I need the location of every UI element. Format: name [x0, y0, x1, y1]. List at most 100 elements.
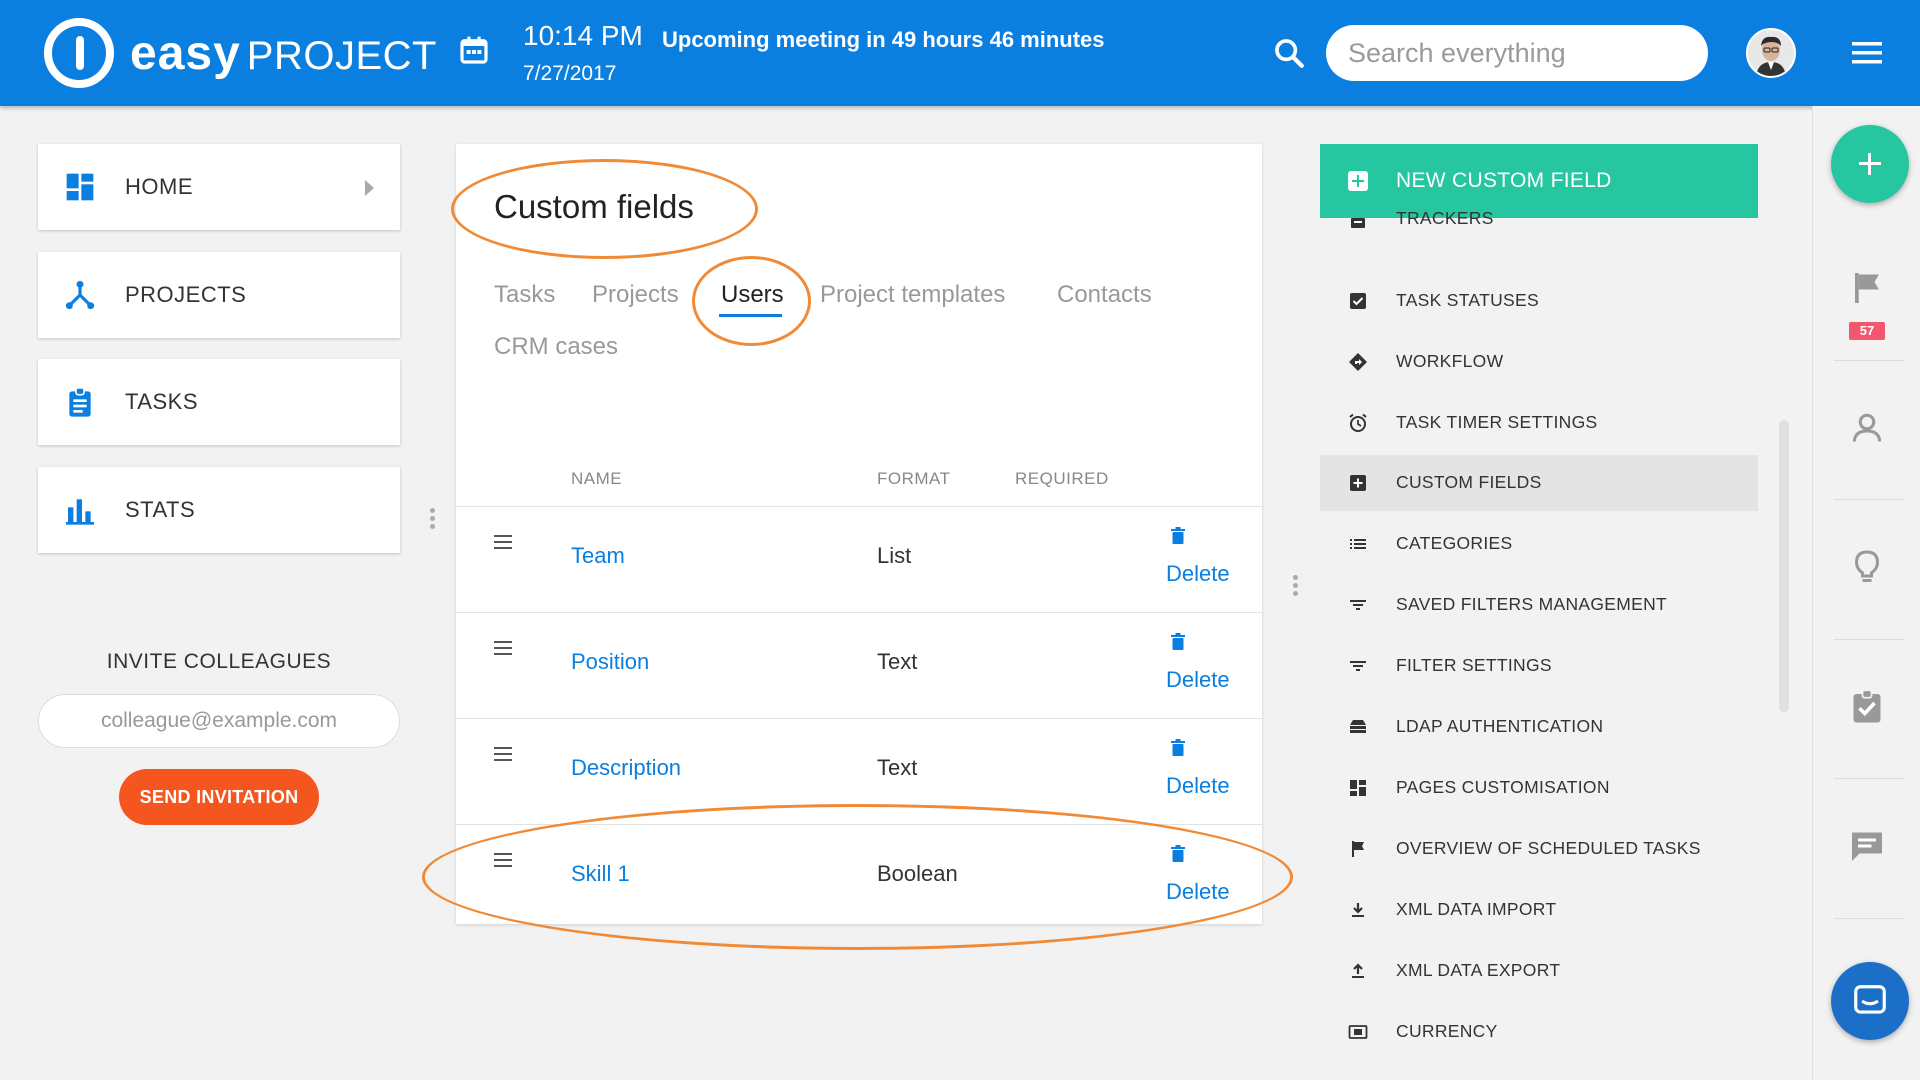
field-name-link[interactable]: Position [571, 649, 649, 675]
invite-colleagues-title: INVITE COLLEAGUES [106, 650, 332, 673]
panel-resize-handle[interactable] [1293, 575, 1299, 597]
admin-menu-saved-filters[interactable]: SAVED FILTERS MANAGEMENT [1320, 577, 1758, 633]
tab-contacts[interactable]: Contacts [1057, 281, 1152, 309]
admin-menu-ldap-authentication[interactable]: LDAP AUTHENTICATION [1320, 699, 1758, 755]
tab-project-templates[interactable]: Project templates [820, 281, 1005, 309]
lightbulb-icon[interactable] [1849, 549, 1885, 585]
field-name-link[interactable]: Skill 1 [571, 861, 630, 887]
invite-email-field[interactable] [38, 694, 400, 748]
page-title: Custom fields [494, 188, 694, 225]
trash-icon[interactable] [1171, 739, 1185, 756]
admin-menu-trackers[interactable]: TRACKERS [1320, 212, 1758, 250]
column-header-required[interactable]: REQUIRED [1015, 469, 1109, 489]
plus-box-icon [1348, 171, 1368, 191]
download-icon [1352, 903, 1364, 917]
drag-handle-icon[interactable] [494, 535, 512, 549]
drag-handle-icon[interactable] [494, 853, 512, 867]
delete-link[interactable]: Delete [1166, 667, 1230, 693]
hamburger-menu-icon[interactable] [1852, 42, 1882, 64]
search-input[interactable] [1326, 25, 1708, 81]
calendar-icon[interactable] [458, 34, 490, 66]
logo-text-bold: easy [130, 26, 241, 80]
tracker-icon [1351, 218, 1365, 228]
new-custom-field-label: NEW CUSTOM FIELD [1396, 169, 1612, 192]
filter-icon [1350, 661, 1366, 671]
field-format: List [877, 543, 912, 568]
upcoming-meeting-text[interactable]: Upcoming meeting in 49 hours 46 minutes [662, 27, 1105, 53]
admin-menu-label: FILTER SETTINGS [1396, 655, 1552, 675]
user-icon[interactable] [1849, 410, 1885, 446]
admin-menu-filter-settings[interactable]: FILTER SETTINGS [1320, 638, 1758, 694]
new-custom-field-button[interactable]: NEW CUSTOM FIELD [1320, 144, 1758, 218]
tab-crm-cases[interactable]: CRM cases [494, 333, 618, 361]
admin-menu-scrollbar[interactable] [1779, 420, 1789, 712]
admin-menu-task-timer-settings[interactable]: TASK TIMER SETTINGS [1320, 395, 1758, 451]
admin-menu-pages-customisation[interactable]: PAGES CUSTOMISATION [1320, 760, 1758, 816]
search-icon[interactable] [1272, 36, 1306, 70]
trash-icon[interactable] [1171, 845, 1185, 862]
filter-icon [1350, 600, 1366, 610]
logo-text: easy PROJECT [130, 26, 437, 81]
admin-menu-label: CURRENCY [1396, 1021, 1498, 1041]
admin-menu-label: PAGES CUSTOMISATION [1396, 777, 1610, 797]
dashboard-icon [66, 173, 94, 201]
nav-home[interactable]: HOME [38, 144, 400, 230]
notification-badge: 57 [1849, 322, 1885, 340]
add-button[interactable] [1831, 125, 1909, 203]
logo-icon [44, 18, 114, 88]
admin-menu-workflow[interactable]: WORKFLOW [1320, 334, 1758, 390]
admin-menu-label: SAVED FILTERS MANAGEMENT [1396, 594, 1668, 614]
nav-projects[interactable]: PROJECTS [38, 252, 400, 338]
sidebar-resize-handle[interactable] [430, 508, 436, 530]
top-bar: easy PROJECT 10:14 PM 7/27/2017 Upcoming… [0, 0, 1920, 106]
projects-icon [65, 280, 95, 310]
list-icon [1350, 539, 1366, 549]
trash-icon[interactable] [1171, 527, 1185, 544]
delete-link[interactable]: Delete [1166, 773, 1230, 799]
nav-projects-label: PROJECTS [125, 282, 247, 307]
chat-icon[interactable] [1849, 828, 1885, 864]
rail-divider [1834, 360, 1904, 361]
flag-icon [1352, 841, 1364, 857]
database-icon [1350, 720, 1366, 733]
clipboard-check-icon[interactable] [1849, 688, 1885, 724]
field-name-link[interactable]: Description [571, 755, 681, 781]
field-format: Text [877, 755, 918, 780]
admin-menu-xml-import[interactable]: XML DATA IMPORT [1320, 882, 1758, 938]
bar-chart-icon [66, 499, 94, 525]
rail-divider [1834, 639, 1904, 640]
tab-projects[interactable]: Projects [592, 281, 679, 309]
tab-users[interactable]: Users [721, 281, 784, 309]
nav-stats-label: STATS [125, 497, 196, 522]
delete-link[interactable]: Delete [1166, 879, 1230, 905]
admin-menu-xml-export[interactable]: XML DATA EXPORT [1320, 943, 1758, 999]
admin-menu-currency[interactable]: CURRENCY [1320, 1004, 1758, 1060]
custom-fields-panel: Custom fields Tasks Projects Users Proje… [456, 144, 1262, 924]
admin-menu-scheduled-tasks[interactable]: OVERVIEW OF SCHEDULED TASKS [1320, 821, 1758, 877]
support-chat-button[interactable] [1831, 962, 1909, 1040]
drag-handle-icon[interactable] [494, 747, 512, 761]
nav-stats[interactable]: STATS [38, 467, 400, 553]
upload-icon [1352, 963, 1364, 978]
user-avatar[interactable] [1746, 28, 1796, 78]
send-invitation-button[interactable]: SEND INVITATION [119, 769, 319, 825]
drag-handle-icon[interactable] [494, 641, 512, 655]
current-time: 10:14 PM [523, 20, 643, 51]
logo[interactable]: easy PROJECT [44, 18, 437, 88]
trash-icon[interactable] [1171, 633, 1185, 650]
admin-menu-categories[interactable]: CATEGORIES [1320, 516, 1758, 572]
column-header-format[interactable]: FORMAT [877, 469, 951, 489]
workflow-icon [1349, 353, 1367, 371]
admin-menu-task-statuses[interactable]: TASK STATUSES [1320, 273, 1758, 329]
admin-menu-label: CUSTOM FIELDS [1396, 472, 1542, 492]
field-name-link[interactable]: Team [571, 543, 625, 569]
admin-menu-custom-fields[interactable]: CUSTOM FIELDS [1320, 455, 1758, 511]
column-header-name[interactable]: NAME [571, 469, 622, 489]
tab-tasks[interactable]: Tasks [494, 281, 555, 309]
nav-tasks[interactable]: TASKS [38, 359, 400, 445]
table-row: Description Text Delete [456, 718, 1262, 824]
admin-menu-label: TASK TIMER SETTINGS [1396, 412, 1598, 432]
delete-link[interactable]: Delete [1166, 561, 1230, 587]
flag-icon[interactable] [1849, 270, 1885, 306]
right-rail [1812, 106, 1920, 1080]
